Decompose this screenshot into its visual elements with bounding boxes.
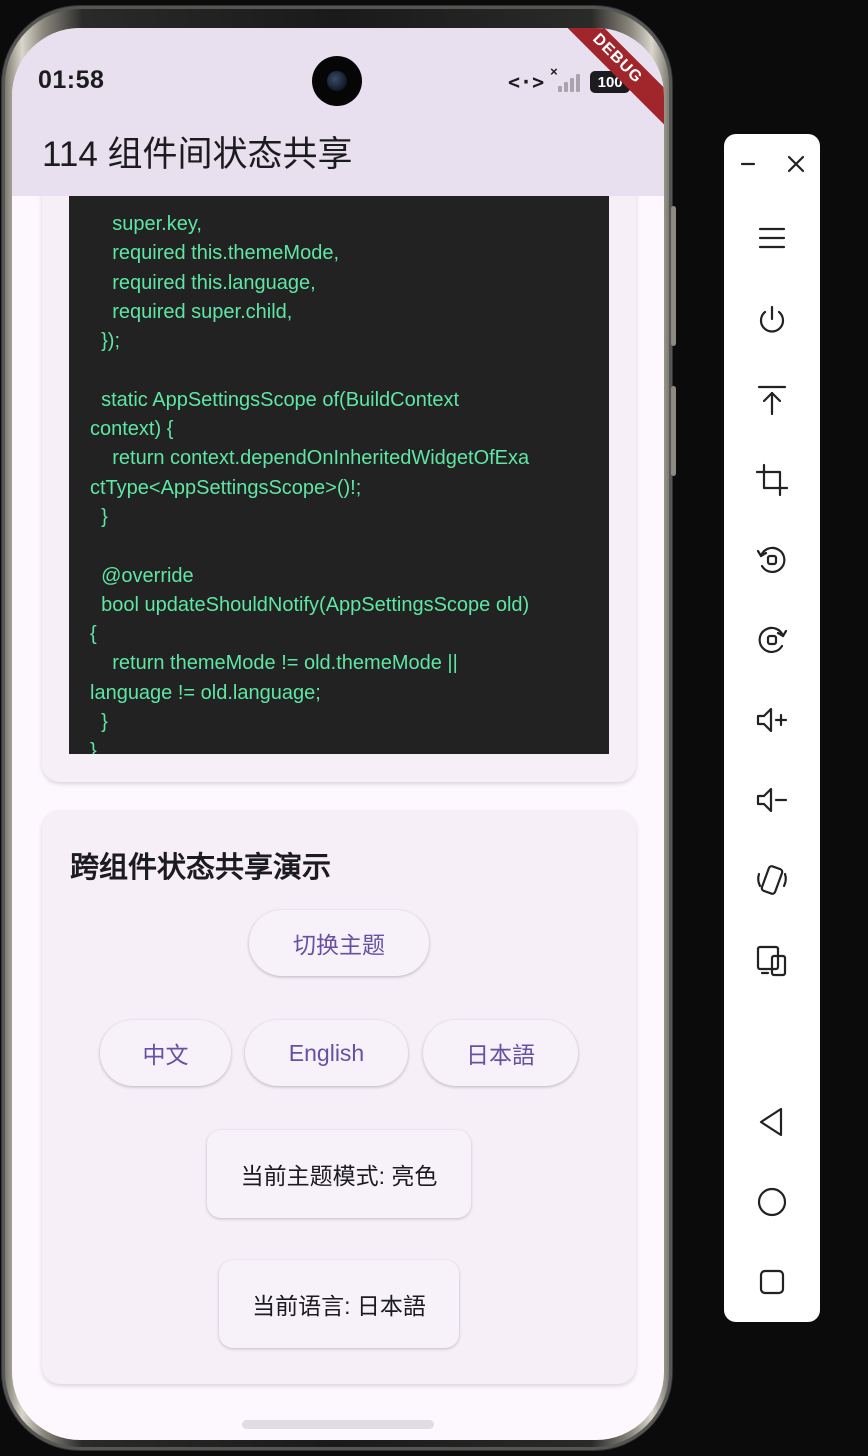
scroll-content[interactable]: super.key, required this.themeMode, requ…: [12, 196, 664, 1440]
volume-up-icon[interactable]: [750, 698, 794, 742]
code-block: super.key, required this.themeMode, requ…: [69, 196, 609, 754]
minimize-icon[interactable]: [726, 142, 770, 186]
toggle-theme-button[interactable]: 切换主题: [249, 910, 429, 976]
app-bar: 01:58 <·> × 100 DEBUG 114 组件间状态共享: [12, 28, 664, 196]
upload-icon[interactable]: [750, 378, 794, 422]
home-icon[interactable]: [750, 1180, 794, 1224]
shake-icon[interactable]: [750, 858, 794, 902]
multi-device-icon[interactable]: [750, 938, 794, 982]
crop-icon[interactable]: [750, 458, 794, 502]
demo-card: 跨组件状态共享演示 切换主题 中文 English 日本語 当前主题模式: 亮色…: [42, 810, 636, 1384]
code-line: required this.language,: [90, 271, 316, 294]
rotate-left-icon[interactable]: [750, 538, 794, 582]
signal-icon: ×: [550, 64, 584, 94]
volume-down-icon[interactable]: [750, 778, 794, 822]
no-service-mark: ×: [550, 64, 558, 79]
language-english-button[interactable]: English: [245, 1020, 408, 1086]
menu-icon[interactable]: [750, 216, 794, 260]
code-line: @override: [90, 564, 194, 587]
code-line: context) {: [90, 418, 174, 441]
current-language-label: 当前语言: 日本語: [219, 1260, 459, 1348]
close-icon[interactable]: [774, 142, 818, 186]
code-line: ctType<AppSettingsScope>()!;: [90, 476, 362, 499]
code-line: return context.dependOnInheritedWidgetOf…: [90, 447, 530, 470]
status-time: 01:58: [38, 66, 105, 94]
code-line: required this.themeMode,: [90, 242, 340, 265]
code-line: });: [90, 330, 121, 353]
language-chinese-button[interactable]: 中文: [100, 1020, 231, 1086]
front-camera: [312, 56, 362, 106]
language-japanese-button[interactable]: 日本語: [423, 1020, 578, 1086]
code-card: super.key, required this.themeMode, requ…: [42, 196, 636, 782]
power-icon[interactable]: [750, 298, 794, 342]
signal-bar: [570, 78, 575, 92]
code-line: return themeMode != old.themeMode ||: [90, 652, 458, 675]
current-theme-label: 当前主题模式: 亮色: [207, 1130, 471, 1218]
code-line: {: [90, 623, 97, 646]
code-line: language != old.language;: [90, 681, 321, 704]
rotate-right-icon[interactable]: [750, 618, 794, 662]
page-title: 114 组件间状态共享: [42, 135, 353, 174]
recents-icon[interactable]: [750, 1260, 794, 1304]
back-icon[interactable]: [750, 1100, 794, 1144]
code-line: }: [90, 711, 108, 734]
code-line: }: [90, 505, 108, 528]
code-line: bool updateShouldNotify(AppSettingsScope…: [90, 593, 530, 616]
network-transfer-icon: <·>: [508, 70, 545, 94]
home-indicator[interactable]: [242, 1420, 434, 1429]
code-line: super.key,: [90, 213, 202, 235]
phone-screen: 01:58 <·> × 100 DEBUG 114 组件间状态共享 super.…: [12, 28, 664, 1440]
signal-bar: [564, 82, 569, 92]
demo-title: 跨组件状态共享演示: [70, 852, 332, 884]
signal-bar: [576, 74, 581, 92]
power-side-button: [671, 386, 676, 476]
code-line: }: [90, 740, 97, 754]
signal-bar: [558, 86, 563, 92]
phone-frame: 01:58 <·> × 100 DEBUG 114 组件间状态共享 super.…: [2, 6, 676, 1450]
code-line: static AppSettingsScope of(BuildContext: [90, 388, 460, 411]
volume-side-button: [671, 206, 676, 346]
emulator-toolbar: [724, 134, 820, 1322]
code-line: required super.child,: [90, 300, 293, 323]
